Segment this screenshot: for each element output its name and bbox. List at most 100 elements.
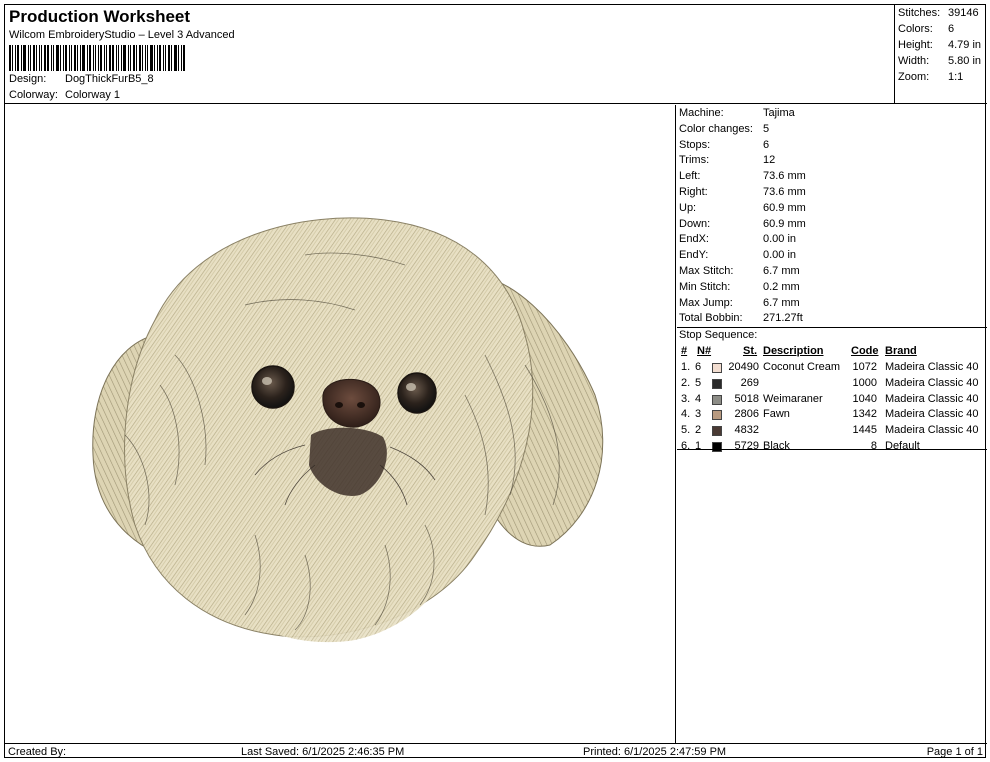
machine-prop-row: Max Stitch: 6.7 mm (679, 265, 800, 277)
machine-prop-row: EndX: 0.00 in (679, 233, 796, 245)
prop-label: Up: (679, 201, 697, 214)
worksheet-footer: Created By: Last Saved: 6/1/2025 2:46:35… (5, 743, 987, 759)
thread-brand: Madeira Classic 40 (885, 361, 979, 373)
width-row: Width: 5.80 in (898, 55, 981, 67)
right-eye-highlight (406, 383, 416, 391)
thread-brand: Madeira Classic 40 (885, 392, 979, 405)
barcode (9, 45, 221, 71)
prop-value: 0.00 in (763, 249, 797, 262)
needle-num: 3 (695, 408, 702, 421)
machine-prop-row: Min Stitch: 0.2 mm (679, 281, 800, 293)
machine-prop-row: Down: 60.9 mm (679, 218, 806, 230)
thread-brand: Default (885, 440, 920, 452)
thread-code: 1445 (852, 424, 877, 437)
left-eye-highlight (262, 377, 272, 385)
prop-value: 271.27ft (763, 312, 803, 325)
needle-num: 1 (695, 440, 702, 452)
height-label: Height: (898, 39, 933, 51)
machine-prop-row: Trims: 12 (679, 154, 775, 166)
prop-value: 60.9 mm (763, 201, 806, 214)
printed-date: Printed: 6/1/2025 2:47:59 PM (583, 746, 727, 758)
stop-sequence-title: Stop Sequence: (679, 329, 758, 341)
prop-label: Stops: (679, 138, 711, 151)
prop-value: Tajima (763, 107, 795, 119)
colorway-label: Colorway: (9, 89, 58, 101)
thread-color-swatch (712, 363, 722, 373)
thread-brand: Madeira Classic 40 (885, 408, 979, 421)
prop-label: Total Bobbin: (679, 312, 743, 325)
col-header-brand: Brand (885, 345, 917, 357)
prop-label: Trims: (679, 154, 710, 167)
seq-num: 4. (681, 408, 691, 421)
design-row: Design: DogThickFurB5_8 (9, 73, 154, 85)
zoom-label: Zoom: (898, 71, 930, 83)
worksheet-header: Production Worksheet Wilcom EmbroiderySt… (5, 5, 895, 104)
stitch-count: 4832 (734, 424, 759, 437)
machine-prop-row: Left: 73.6 mm (679, 170, 806, 182)
stop-sequence-row[interactable]: 1. 6 20490 Coconut Cream 1072 Madeira Classic… (677, 361, 987, 377)
thread-description: Fawn (763, 408, 790, 421)
colorway-value: Colorway 1 (65, 89, 121, 101)
machine-prop-row: Right: 73.6 mm (679, 186, 806, 198)
colors-label: Colors: (898, 23, 933, 35)
prop-value: 60.9 mm (763, 217, 806, 230)
worksheet-frame: Production Worksheet Wilcom EmbroiderySt… (4, 4, 987, 759)
seq-num: 6. (681, 440, 691, 452)
width-label: Width: (898, 55, 930, 67)
prop-label: Color changes: (679, 122, 753, 135)
thread-description: Coconut Cream (763, 361, 841, 373)
prop-value: 6.7 mm (763, 265, 800, 277)
zoom-value: 1:1 (948, 71, 964, 83)
stitch-count: 269 (740, 376, 759, 389)
thread-description: Black (763, 440, 790, 452)
prop-value: 0.2 mm (763, 280, 800, 293)
machine-prop-row: EndY: 0.00 in (679, 249, 796, 261)
thread-code: 1072 (852, 361, 877, 373)
stop-sequence-row[interactable]: 5. 2 4832 1445 Madeira Classic 40 (677, 424, 987, 440)
needle-num: 5 (695, 376, 702, 389)
machine-prop-row: Total Bobbin: 271.27ft (679, 312, 803, 324)
seq-num: 1. (681, 361, 691, 373)
stop-sequence-row[interactable]: 4. 3 2806 Fawn 1342 Madeira Classic 40 (677, 408, 987, 424)
prop-label: EndX: (679, 233, 709, 246)
design-summary: Stitches: 39146 Colors: 6 Height: 4.79 in W… (895, 5, 987, 104)
design-label: Design: (9, 73, 47, 85)
prop-label: Machine: (679, 107, 724, 119)
stop-sequence-row[interactable]: 3. 4 5018 Weimaraner 1040 Madeira Classic 40 (677, 393, 987, 409)
right-eye (397, 372, 437, 414)
thread-color-swatch (712, 378, 722, 389)
left-eye (251, 365, 295, 409)
thread-code: 8 (870, 440, 877, 452)
thread-color-swatch (712, 410, 722, 421)
thread-code: 1000 (852, 376, 877, 389)
thread-brand: Madeira Classic 40 (885, 424, 979, 437)
thread-code: 1040 (852, 392, 877, 405)
seq-num: 3. (681, 392, 691, 405)
stitches-label: Stitches: (898, 7, 941, 19)
thread-color-swatch (712, 426, 722, 437)
stitch-count: 5729 (734, 440, 759, 452)
design-canvas[interactable] (5, 105, 676, 743)
stop-sequence-row[interactable]: 6. 1 5729 Black 8 Default (677, 440, 987, 456)
thread-brand: Madeira Classic 40 (885, 376, 979, 389)
stitches-value: 39146 (948, 7, 979, 19)
last-saved: Last Saved: 6/1/2025 2:46:35 PM (241, 746, 405, 758)
prop-label: Min Stitch: (679, 280, 731, 293)
design-value: DogThickFurB5_8 (65, 73, 154, 85)
colorway-row: Colorway: Colorway 1 (9, 89, 120, 101)
machine-prop-row: Up: 60.9 mm (679, 202, 806, 214)
stop-sequence-row[interactable]: 2. 5 269 1000 Madeira Classic 40 (677, 377, 987, 393)
prop-value: 6 (763, 138, 770, 151)
stop-sequence-end-divider (677, 449, 987, 450)
zoom-row: Zoom: 1:1 (898, 71, 963, 83)
height-value: 4.79 in (948, 39, 982, 51)
needle-num: 2 (695, 424, 702, 437)
prop-label: Max Jump: (679, 296, 733, 309)
needle-num: 6 (695, 361, 702, 373)
page-number: Page 1 of 1 (926, 746, 983, 758)
stitch-count: 2806 (734, 408, 759, 421)
seq-num: 2. (681, 376, 691, 389)
created-by: Created By: (8, 746, 67, 758)
machine-info-panel: Machine: Tajima Color changes: 5 Stops: 6 Trim… (677, 105, 987, 743)
prop-value: 73.6 mm (763, 186, 806, 198)
